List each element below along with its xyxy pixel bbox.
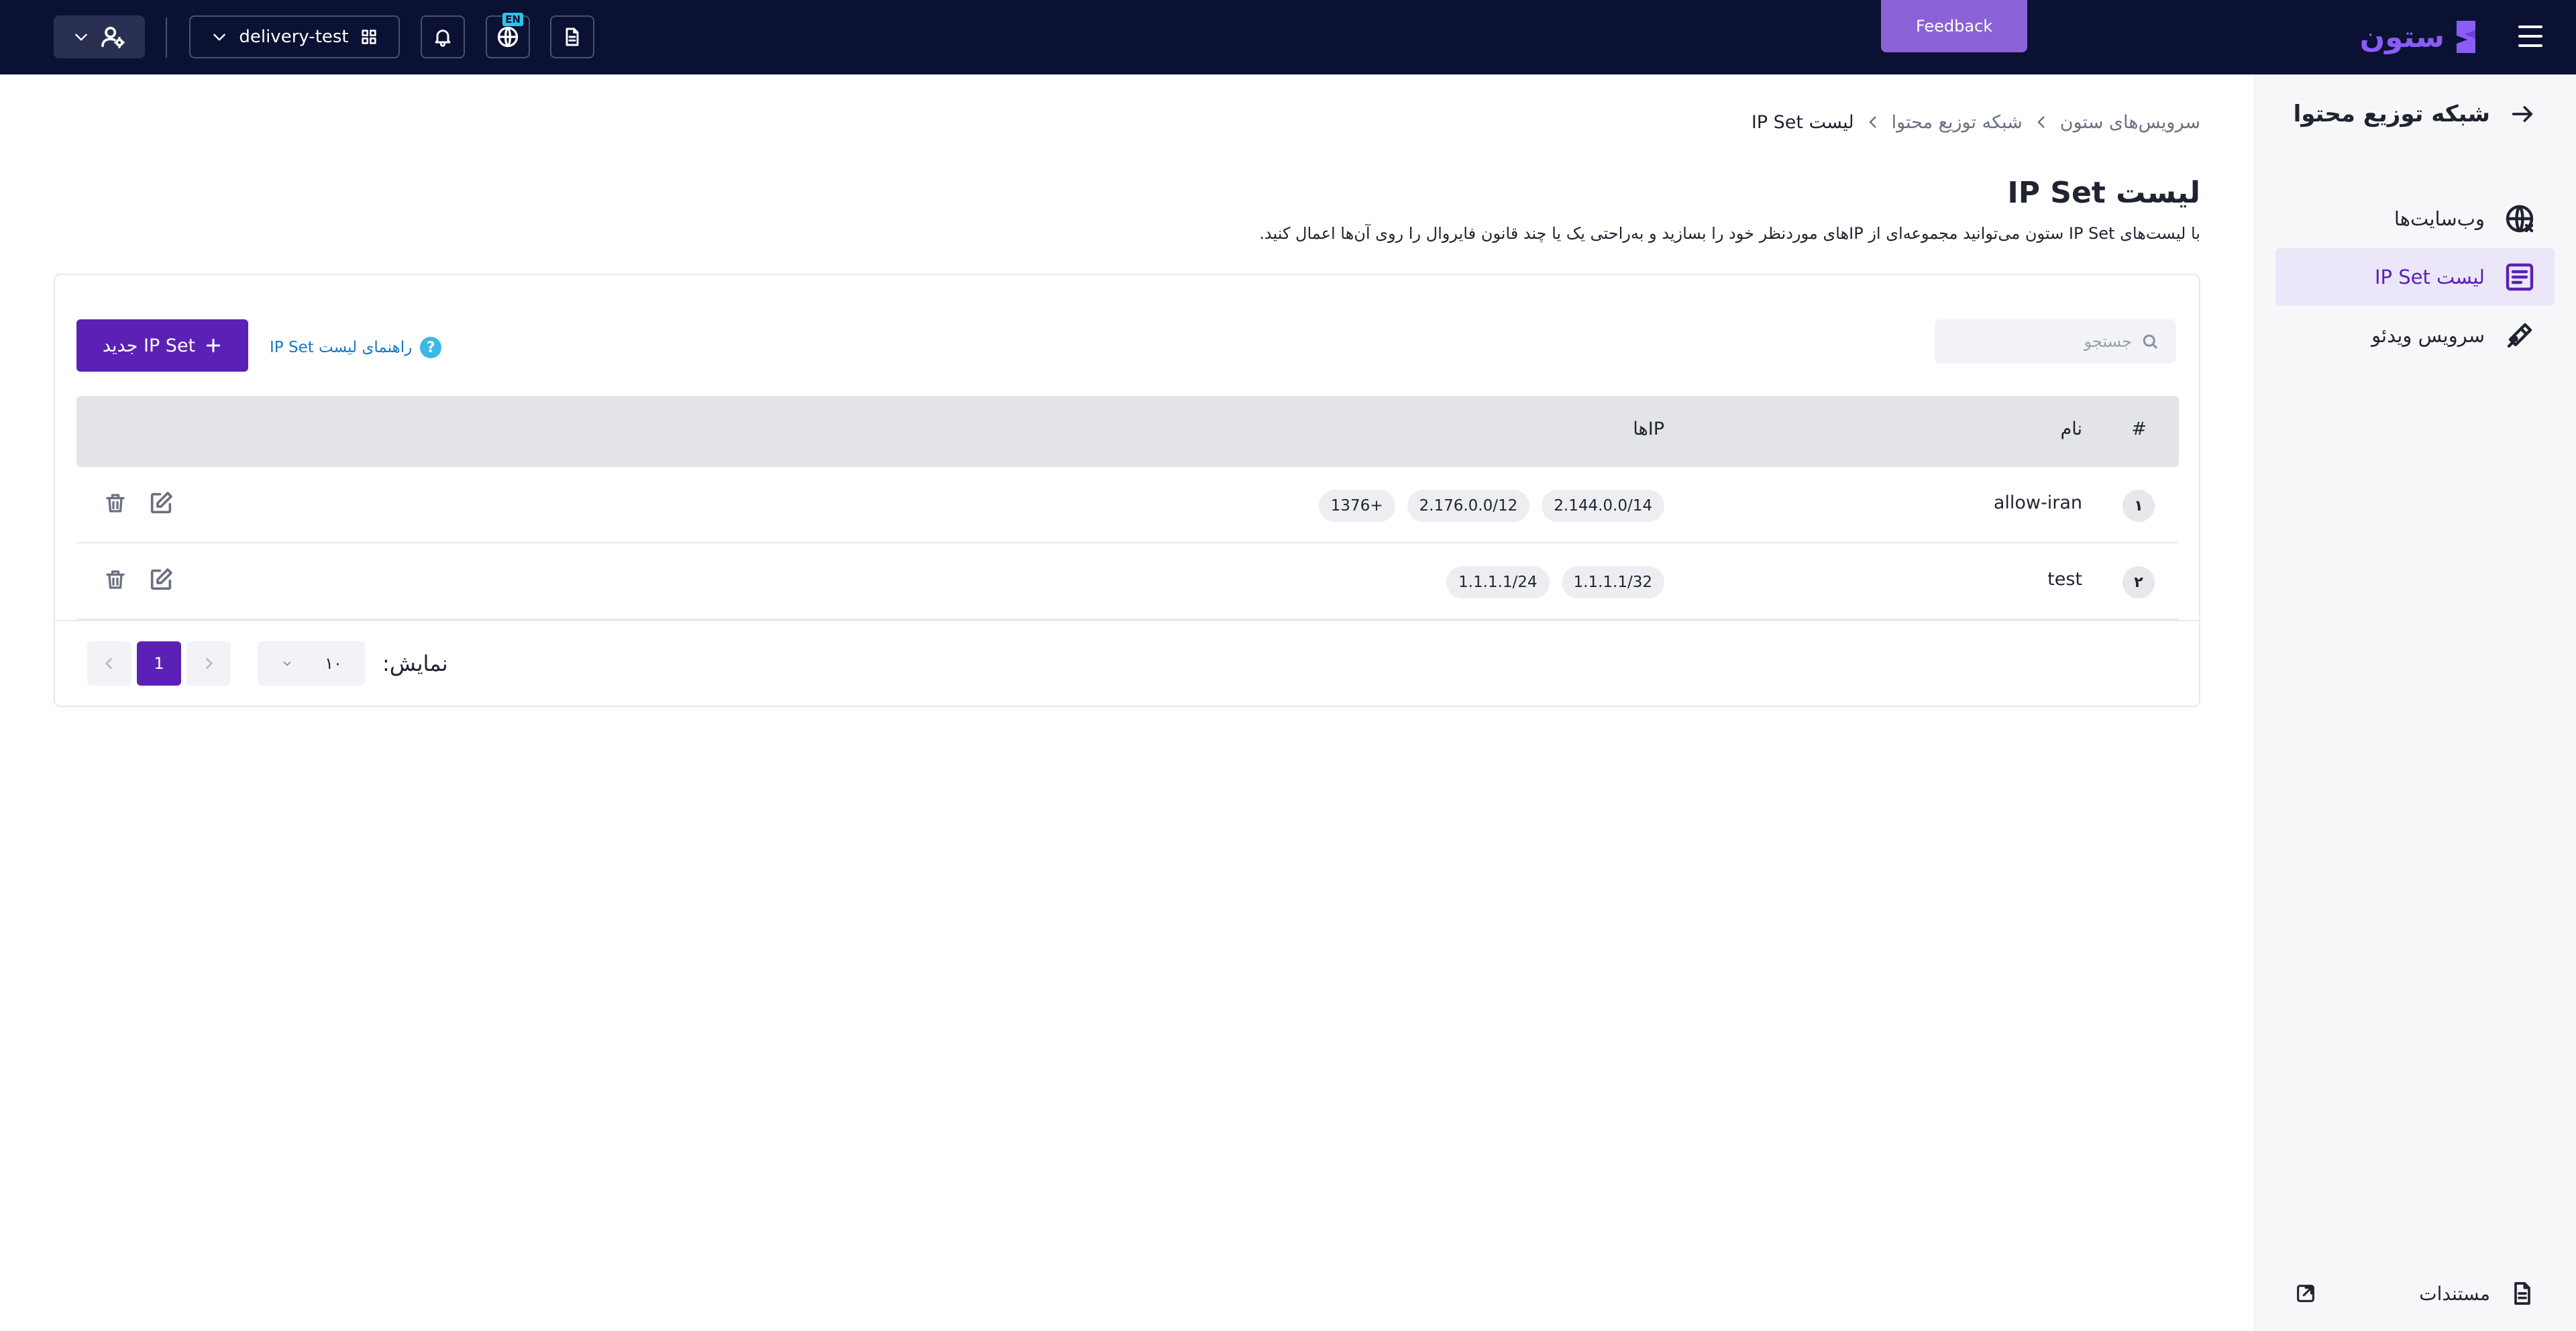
bell-icon xyxy=(435,30,451,47)
chevron-left-icon xyxy=(105,657,113,670)
sidebar-item-websites[interactable]: وب‌سایت‌ها xyxy=(2275,190,2555,248)
plus-icon xyxy=(206,338,221,353)
per-page-value: ۱۰ xyxy=(325,654,342,673)
ip-chip: 2.144.0.0/14 xyxy=(1542,490,1664,522)
language-badge: EN xyxy=(502,13,523,26)
sidebar-item-label: لیست IP Set xyxy=(2374,266,2485,288)
sidebar: شبکه توزیع محتوا وب‌سایت‌ها لیست IP Set … xyxy=(2254,74,2576,1331)
sidebar-footer-label: مستندات xyxy=(2419,1282,2490,1305)
external-link-icon xyxy=(2297,1285,2314,1302)
language-button[interactable]: EN xyxy=(486,13,530,58)
new-button-label: IP Set جدید xyxy=(102,335,196,356)
column-name: نام xyxy=(2060,419,2082,439)
search-input[interactable] xyxy=(1957,332,2132,351)
search-box[interactable] xyxy=(1935,319,2176,364)
row-index: ۲ xyxy=(2123,566,2155,598)
ip-chip: 1.1.1.1/24 xyxy=(1446,566,1550,598)
sidebar-title: شبکه توزیع محتوا xyxy=(2293,101,2490,127)
chevron-down-icon xyxy=(75,34,87,41)
breadcrumb-item[interactable]: شبکه توزیع محتوا xyxy=(1892,112,2023,133)
trash-icon[interactable] xyxy=(103,490,127,517)
menu-icon[interactable] xyxy=(2518,25,2542,47)
ip-set-guide-link[interactable]: ? راهنمای لیست IP Set xyxy=(270,334,442,361)
project-selector[interactable]: delivery-test xyxy=(189,15,400,58)
sidebar-item-label: سرویس ویدئو xyxy=(2371,324,2485,347)
user-settings-icon xyxy=(101,26,125,48)
document-icon xyxy=(566,28,579,46)
row-actions xyxy=(103,490,174,517)
trash-icon[interactable] xyxy=(103,566,127,593)
edit-icon[interactable] xyxy=(148,490,174,517)
chevron-down-icon xyxy=(213,34,226,41)
prev-page-button[interactable] xyxy=(87,641,131,686)
row-actions xyxy=(103,566,174,593)
column-index: # xyxy=(2131,419,2147,439)
guide-link-label: راهنمای لیست IP Set xyxy=(270,339,413,356)
ip-more-chip[interactable]: +1376 xyxy=(1318,490,1395,522)
user-menu-button[interactable] xyxy=(54,15,145,58)
next-page-button[interactable] xyxy=(186,641,231,686)
documents-button[interactable] xyxy=(550,15,594,58)
top-bar: ستون Feedback delivery-test EN xyxy=(0,0,2576,74)
table-row: ۱ allow-iran 2.144.0.0/14 2.176.0.0/12 +… xyxy=(76,467,2179,543)
chevron-right-icon xyxy=(205,657,213,670)
ip-chip: 1.1.1.1/32 xyxy=(1561,566,1664,598)
globe-icon xyxy=(2506,205,2534,233)
breadcrumb: سرویس‌های ستون شبکه توزیع محتوا لیست IP … xyxy=(1752,107,2200,137)
row-name: allow-iran xyxy=(1993,492,2082,513)
sidebar-item-label: وب‌سایت‌ها xyxy=(2394,207,2485,230)
chevron-down-icon xyxy=(283,661,291,666)
search-icon xyxy=(2143,334,2158,350)
per-page-label: نمایش: xyxy=(382,651,448,676)
row-name: test xyxy=(2047,569,2082,590)
chevron-left-icon xyxy=(2036,114,2047,130)
sidebar-item-ip-set[interactable]: لیست IP Set xyxy=(2275,248,2555,306)
table-row: ۲ test 1.1.1.1/32 1.1.1.1/24 xyxy=(76,543,2179,620)
feedback-button[interactable]: Feedback xyxy=(1881,0,2027,52)
grid-icon xyxy=(362,30,376,44)
table-header: # نام IPها xyxy=(76,396,2179,467)
ip-list: 1.1.1.1/32 1.1.1.1/24 xyxy=(1446,566,1664,598)
per-page-select[interactable]: ۱۰ xyxy=(258,641,365,686)
page-title: لیست IP Set xyxy=(2007,176,2200,210)
ip-set-card: IP Set جدید ? راهنمای لیست IP Set # نام … xyxy=(54,274,2200,707)
new-ip-set-button[interactable]: IP Set جدید xyxy=(76,319,248,372)
notifications-button[interactable] xyxy=(421,15,465,58)
document-icon xyxy=(2514,1282,2530,1305)
pagination: 1 ۱۰ نمایش: xyxy=(87,641,448,686)
edit-icon[interactable] xyxy=(148,566,174,593)
brand-logo[interactable]: ستون xyxy=(2360,17,2481,56)
list-icon xyxy=(2506,263,2534,291)
page-button-current[interactable]: 1 xyxy=(137,641,181,686)
column-ips: IPها xyxy=(1633,419,1664,439)
breadcrumb-current: لیست IP Set xyxy=(1751,111,1854,133)
chevron-left-icon xyxy=(1868,114,1878,130)
globe-icon xyxy=(497,26,519,48)
video-icon xyxy=(2507,323,2532,348)
sidebar-back[interactable]: شبکه توزیع محتوا xyxy=(2294,91,2536,138)
topbar-divider xyxy=(166,17,167,58)
logo-mark-icon xyxy=(2457,21,2475,53)
arrow-right-icon xyxy=(2512,106,2533,122)
sidebar-item-video[interactable]: سرویس ویدئو xyxy=(2275,307,2555,364)
ip-chip: 2.176.0.0/12 xyxy=(1407,490,1530,522)
page-description: با لیست‌های IP Set ستون می‌توانید مجموعه… xyxy=(1259,224,2200,243)
project-name: delivery-test xyxy=(239,27,349,47)
row-index: ۱ xyxy=(2123,490,2155,522)
ip-list: 2.144.0.0/14 2.176.0.0/12 +1376 xyxy=(1318,490,1664,522)
sidebar-docs-link[interactable]: مستندات xyxy=(2275,1268,2555,1319)
table-footer-divider xyxy=(55,620,2199,621)
brand-name: ستون xyxy=(2359,19,2445,54)
breadcrumb-item[interactable]: سرویس‌های ستون xyxy=(2060,112,2200,133)
help-icon: ? xyxy=(420,337,442,358)
